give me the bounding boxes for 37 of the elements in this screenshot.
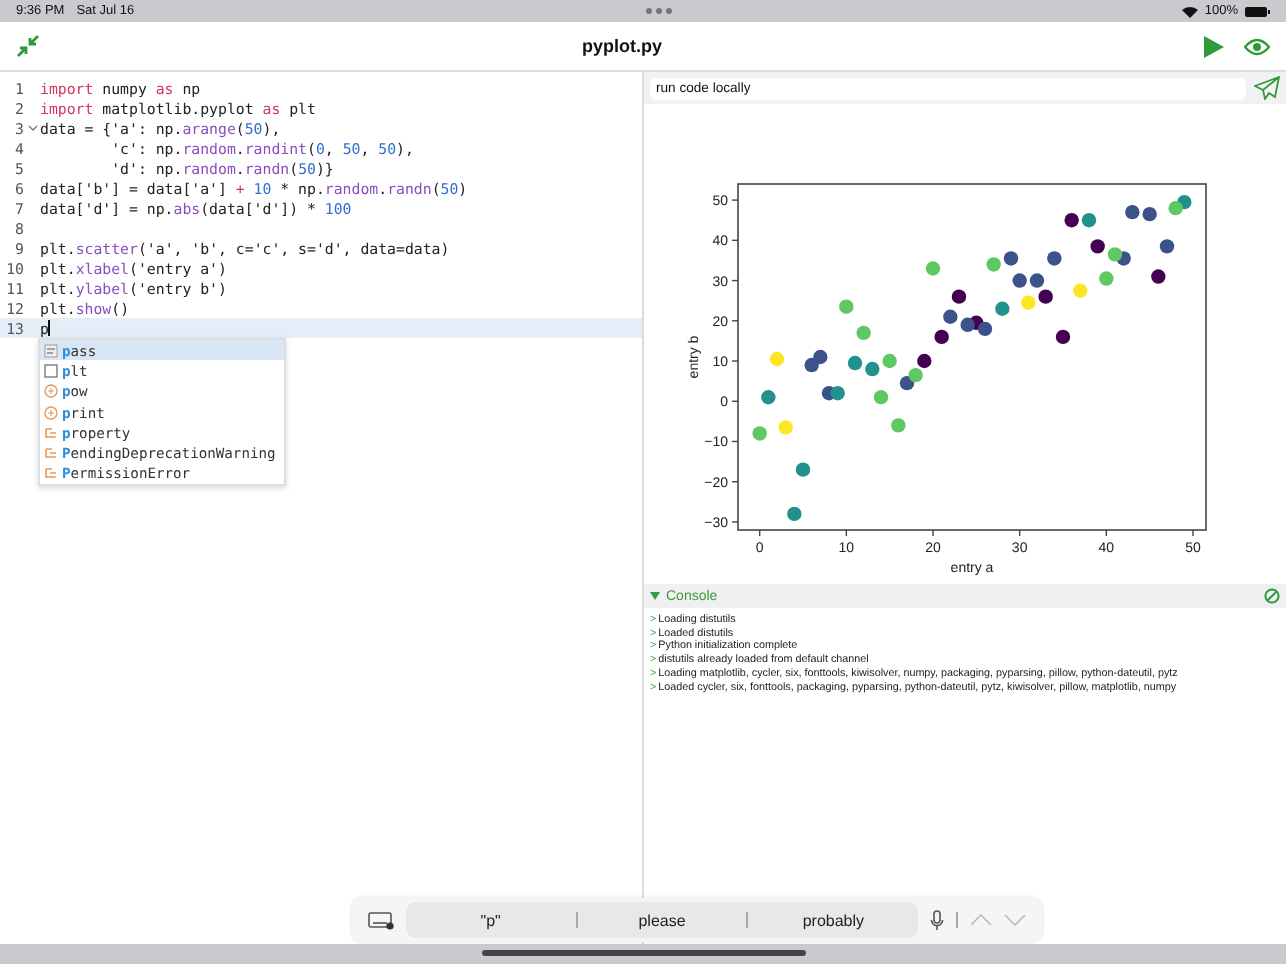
collapse-arrows-icon[interactable] — [16, 34, 40, 58]
y-tick — [731, 481, 739, 483]
run-icon[interactable] — [1204, 35, 1224, 57]
function-icon — [44, 384, 58, 399]
keyword-icon — [44, 343, 58, 358]
class-icon — [44, 466, 58, 481]
class-icon — [44, 446, 58, 461]
suggestion-button[interactable]: please — [577, 909, 747, 931]
suggestion-button[interactable]: "p" — [406, 909, 576, 931]
y-tick — [731, 400, 739, 402]
suggestion-button[interactable]: probably — [748, 909, 919, 931]
battery-icon — [1243, 5, 1270, 17]
file-title: pyplot.py — [582, 36, 662, 56]
clear-icon[interactable] — [1264, 588, 1280, 604]
wifi-icon — [1182, 5, 1199, 17]
x-tick — [1018, 529, 1021, 537]
y-tick — [731, 320, 739, 322]
x-tick — [758, 529, 761, 537]
y-tick — [731, 360, 739, 362]
microphone-icon[interactable] — [930, 910, 944, 930]
y-tick — [731, 279, 739, 282]
variable-icon — [44, 363, 58, 378]
class-icon — [44, 425, 58, 440]
eye-icon[interactable] — [1244, 37, 1270, 55]
x-tick — [1192, 529, 1194, 537]
fold-chevron-icon[interactable] — [27, 124, 37, 132]
keyboard-icon[interactable] — [368, 911, 394, 929]
x-tick — [1105, 529, 1108, 537]
more-dots-icon — [645, 8, 672, 14]
y-tick — [731, 440, 739, 443]
y-tick — [731, 239, 739, 242]
send-icon[interactable] — [1254, 76, 1280, 100]
y-tick — [731, 199, 739, 201]
x-tick — [932, 529, 934, 537]
y-tick — [731, 521, 739, 523]
x-tick — [845, 529, 848, 537]
function-icon — [44, 405, 58, 420]
